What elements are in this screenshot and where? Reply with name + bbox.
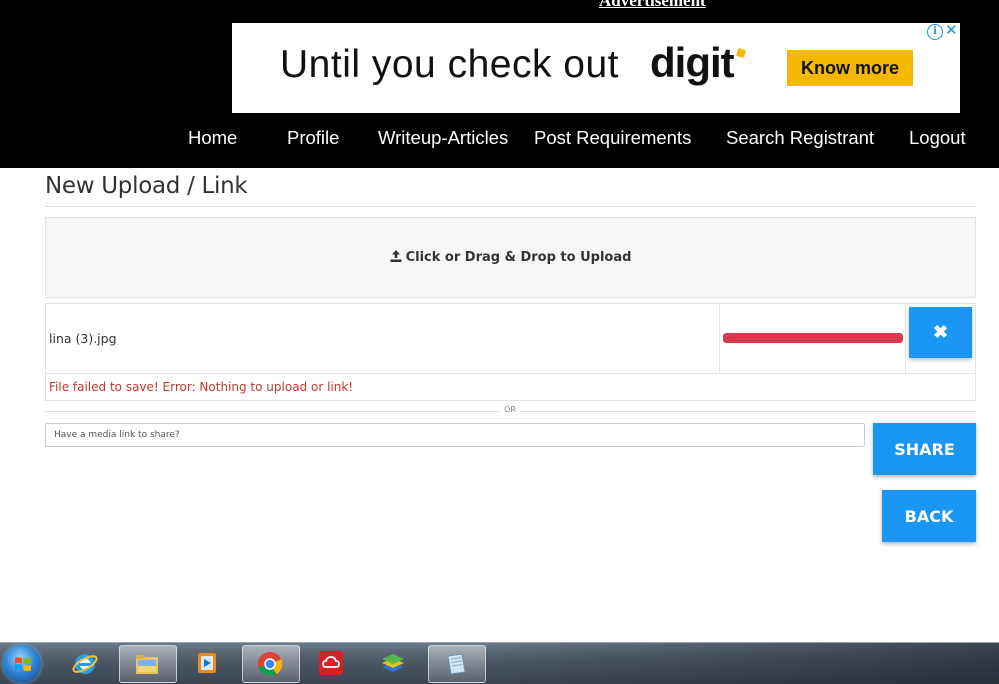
nav-logout[interactable]: Logout: [909, 127, 966, 149]
start-orb-icon[interactable]: [3, 645, 41, 683]
ad-brand: digit: [650, 39, 735, 86]
upload-file-row: lina (3).jpg ✖: [46, 304, 975, 374]
site-header: Advertisement Until you check out digit …: [0, 0, 999, 168]
back-button[interactable]: BACK: [882, 490, 976, 542]
media-player-glyph: [198, 653, 216, 673]
bluestacks-icon[interactable]: [366, 645, 422, 681]
nav-writeup-articles[interactable]: Writeup-Articles: [378, 127, 508, 149]
remove-file-button[interactable]: ✖: [909, 307, 972, 358]
ad-label: Advertisement: [599, 0, 706, 10]
ie-glyph: [72, 654, 98, 674]
file-explorer-icon[interactable]: [119, 645, 177, 683]
windows-flag-icon: [15, 657, 31, 672]
column-divider: [905, 304, 906, 373]
adobe-creative-cloud-icon[interactable]: [304, 645, 360, 681]
ad-brand-accent: [735, 47, 747, 59]
upload-error-message: File failed to save! Error: Nothing to u…: [49, 380, 354, 394]
upload-progress-fill: [723, 333, 903, 343]
folder-glyph: [136, 655, 158, 674]
media-player-icon[interactable]: [180, 645, 236, 681]
nav-search-registrant[interactable]: Search Registrant: [726, 127, 874, 149]
bluestacks-glyph: [382, 654, 404, 672]
upload-icon: [390, 250, 402, 262]
ad-info-icon[interactable]: i: [927, 24, 943, 40]
internet-explorer-icon[interactable]: [58, 645, 114, 681]
dropzone-content: Click or Drag & Drop to Upload: [46, 250, 975, 265]
windows-taskbar: [0, 642, 999, 684]
upload-progress-bar: [723, 333, 903, 343]
upload-file-list: lina (3).jpg ✖ File failed to save! Erro…: [45, 303, 976, 401]
ad-cta-button[interactable]: Know more: [787, 50, 913, 86]
creative-cloud-glyph: [319, 651, 343, 675]
notepad-glyph: [447, 653, 466, 675]
nav-post-requirements[interactable]: Post Requirements: [534, 127, 691, 149]
nav-profile[interactable]: Profile: [287, 127, 339, 149]
notepad-icon[interactable]: [428, 645, 486, 683]
upload-dropzone[interactable]: Click or Drag & Drop to Upload: [45, 217, 976, 298]
share-button[interactable]: SHARE: [873, 423, 976, 475]
dropzone-label: Click or Drag & Drop to Upload: [405, 250, 632, 265]
ad-headline: Until you check out: [280, 43, 620, 86]
chrome-glyph: [258, 652, 283, 676]
close-icon: ✖: [932, 322, 949, 342]
column-divider: [719, 304, 720, 373]
ad-banner[interactable]: Until you check out digit Know more i ✕: [232, 21, 960, 113]
taskbar-wallpaper: [479, 643, 999, 684]
media-link-input[interactable]: [45, 423, 865, 447]
chrome-icon[interactable]: [242, 645, 300, 683]
file-name: lina (3).jpg: [49, 331, 117, 346]
nav-home[interactable]: Home: [188, 127, 237, 149]
ad-close-icon[interactable]: ✕: [945, 21, 958, 39]
or-label: OR: [500, 405, 520, 414]
page-title: New Upload / Link: [45, 173, 248, 199]
title-divider: [45, 206, 976, 207]
